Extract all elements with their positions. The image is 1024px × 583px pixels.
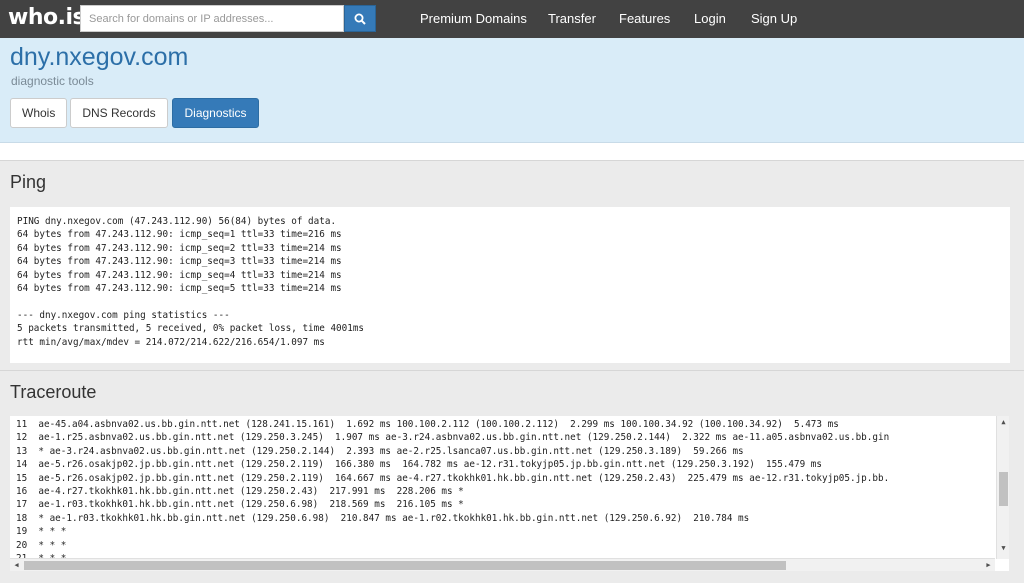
traceroute-horizontal-scrollbar[interactable]: ◀ ▶ xyxy=(10,558,995,571)
ping-output-line: rtt min/avg/max/mdev = 214.072/214.622/2… xyxy=(17,336,325,348)
ping-output-line: PING dny.nxegov.com (47.243.112.90) 56(8… xyxy=(17,216,337,227)
ping-panel: PING dny.nxegov.com (47.243.112.90) 56(8… xyxy=(0,204,1024,372)
traceroute-panel: 11 ae-45.a04.asbnva02.us.bb.gin.ntt.net … xyxy=(0,414,1024,583)
traceroute-output-line: 12 ae-1.r25.asbnva02.us.bb.gin.ntt.net (… xyxy=(16,432,890,444)
ping-output-line: --- dny.nxegov.com ping statistics --- xyxy=(17,309,230,321)
ping-output-line: 64 bytes from 47.243.112.90: icmp_seq=1 … xyxy=(17,229,342,241)
search-button[interactable] xyxy=(344,5,376,32)
ping-output-line: 64 bytes from 47.243.112.90: icmp_seq=2 … xyxy=(17,242,342,254)
ping-output-line: 64 bytes from 47.243.112.90: icmp_seq=4 … xyxy=(17,269,342,281)
traceroute-output-line: 13 * ae-3.r24.asbnva02.us.bb.gin.ntt.net… xyxy=(16,445,744,457)
ping-heading: Ping xyxy=(10,172,47,192)
page-title: dny.nxegov.com xyxy=(10,43,189,71)
nav-features[interactable]: Features xyxy=(619,0,670,38)
ping-output: PING dny.nxegov.com (47.243.112.90) 56(8… xyxy=(10,207,1010,363)
vertical-scroll-thumb[interactable] xyxy=(999,472,1008,506)
page-subtitle: diagnostic tools xyxy=(11,74,94,88)
traceroute-output-line: 15 ae-5.r26.osakjp02.jp.bb.gin.ntt.net (… xyxy=(16,472,890,484)
domain-header: dny.nxegov.com diagnostic tools Whois DN… xyxy=(0,38,1024,143)
traceroute-section-header: Traceroute xyxy=(0,370,1024,414)
traceroute-output-line: 11 ae-45.a04.asbnva02.us.bb.gin.ntt.net … xyxy=(16,419,839,430)
traceroute-heading: Traceroute xyxy=(10,382,97,402)
nav-premium-domains[interactable]: Premium Domains xyxy=(420,0,527,38)
scroll-up-arrow-icon[interactable]: ▲ xyxy=(999,418,1008,427)
scroll-down-arrow-icon[interactable]: ▼ xyxy=(999,544,1008,553)
top-navbar: who.is Premium Domains Transfer Features… xyxy=(0,0,1024,38)
ping-output-line: 5 packets transmitted, 5 received, 0% pa… xyxy=(17,323,365,335)
ping-output-line: 64 bytes from 47.243.112.90: icmp_seq=5 … xyxy=(17,282,342,294)
scroll-right-arrow-icon[interactable]: ▶ xyxy=(984,561,993,570)
scroll-left-arrow-icon[interactable]: ◀ xyxy=(12,561,21,570)
traceroute-output-line: 18 * ae-1.r03.tkokhk01.hk.bb.gin.ntt.net… xyxy=(16,512,750,524)
traceroute-output-line: 20 * * * xyxy=(16,539,67,551)
search-input[interactable] xyxy=(80,5,344,32)
site-logo[interactable]: who.is xyxy=(8,4,86,32)
search-icon xyxy=(354,13,366,25)
traceroute-output-line: 16 ae-4.r27.tkokhk01.hk.bb.gin.ntt.net (… xyxy=(16,485,464,497)
tab-diagnostics[interactable]: Diagnostics xyxy=(172,98,259,128)
traceroute-vertical-scrollbar[interactable]: ▲ ▼ xyxy=(996,416,1009,559)
spacer xyxy=(0,143,1024,160)
ping-section-header: Ping xyxy=(0,160,1024,204)
ping-output-line: 64 bytes from 47.243.112.90: icmp_seq=3 … xyxy=(17,256,342,268)
traceroute-output: 11 ae-45.a04.asbnva02.us.bb.gin.ntt.net … xyxy=(16,418,996,558)
tab-dns-records[interactable]: DNS Records xyxy=(70,98,168,128)
traceroute-output-line: 17 ae-1.r03.tkokhk01.hk.bb.gin.ntt.net (… xyxy=(16,499,464,511)
nav-transfer[interactable]: Transfer xyxy=(548,0,596,38)
tab-whois[interactable]: Whois xyxy=(10,98,67,128)
traceroute-output-container[interactable]: 11 ae-45.a04.asbnva02.us.bb.gin.ntt.net … xyxy=(10,416,1009,571)
traceroute-output-line: 14 ae-5.r26.osakjp02.jp.bb.gin.ntt.net (… xyxy=(16,459,822,471)
traceroute-output-line: 19 * * * xyxy=(16,526,67,538)
nav-sign-up[interactable]: Sign Up xyxy=(751,0,797,38)
nav-login[interactable]: Login xyxy=(694,0,726,38)
horizontal-scroll-thumb[interactable] xyxy=(24,561,786,570)
ping-output-line xyxy=(17,295,1003,308)
